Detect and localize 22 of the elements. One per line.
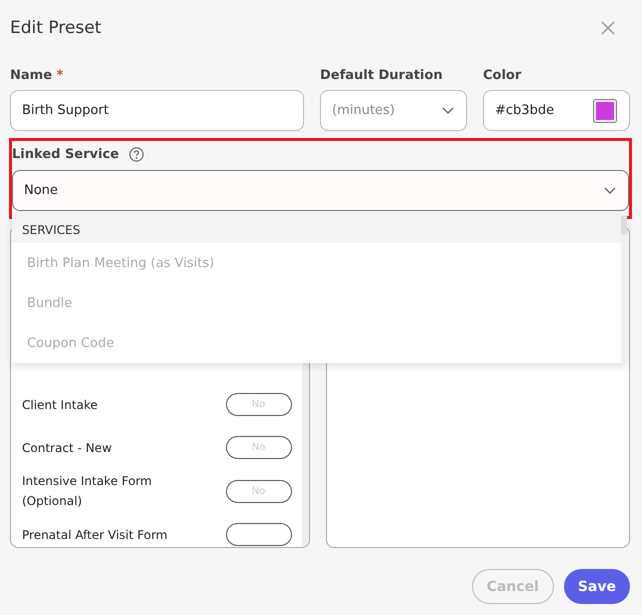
name-label: Name * xyxy=(10,68,64,83)
name-field[interactable]: Birth Support xyxy=(10,90,304,131)
duration-select[interactable]: (minutes) xyxy=(320,90,467,131)
toggle-switch[interactable] xyxy=(226,523,292,546)
chevron-down-icon xyxy=(604,186,616,194)
color-swatch[interactable] xyxy=(593,98,617,122)
form-label: Prenatal After Visit Form xyxy=(22,526,168,544)
duration-label: Default Duration xyxy=(320,68,444,83)
menu-group-header: SERVICES xyxy=(12,216,621,243)
help-icon[interactable] xyxy=(128,147,144,162)
form-label: Intensive Intake Form (Optional) xyxy=(22,473,153,510)
form-label: Contract - New xyxy=(22,440,113,456)
linked-service-select[interactable]: None xyxy=(12,170,629,211)
scrollbar[interactable] xyxy=(621,216,627,363)
color-label: Color xyxy=(483,68,522,83)
color-field[interactable]: #cb3bde xyxy=(483,90,630,131)
save-button[interactable]: Save xyxy=(564,569,630,604)
close-icon[interactable] xyxy=(600,20,616,36)
dialog-title: Edit Preset xyxy=(10,18,102,38)
linked-service-label: Linked Service xyxy=(12,147,119,162)
form-label: Client Intake xyxy=(22,396,99,414)
chevron-down-icon xyxy=(442,106,454,114)
